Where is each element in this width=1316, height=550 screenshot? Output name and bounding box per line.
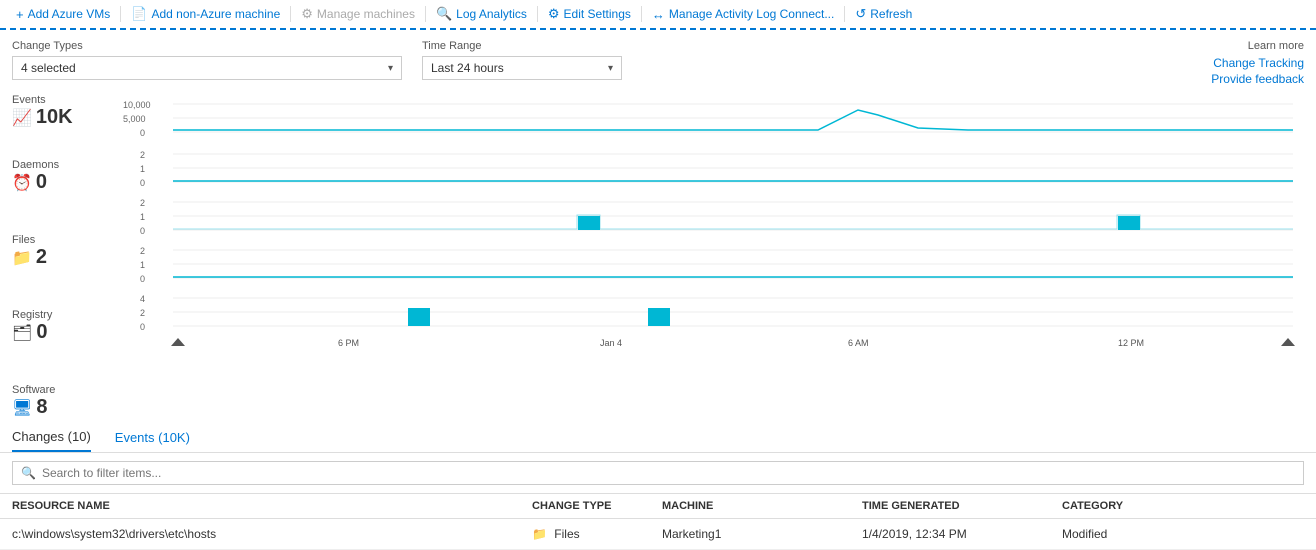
svg-text:2: 2 (140, 198, 145, 208)
events-icon: 📈 (12, 108, 32, 128)
log-analytics-button[interactable]: 🔍 Log Analytics (428, 4, 535, 24)
svg-text:1: 1 (140, 260, 145, 270)
svg-text:10,000: 10,000 (123, 100, 151, 110)
svg-text:1: 1 (140, 164, 145, 174)
separator (120, 6, 121, 22)
daemons-stat: Daemons ⏰ 0 (12, 159, 112, 194)
col-time-header: TIME GENERATED (862, 500, 1062, 512)
edit-settings-button[interactable]: ⚙ Edit Settings (540, 4, 639, 24)
separator (425, 6, 426, 22)
events-tab[interactable]: Events (10K) (115, 430, 190, 451)
search-icon: 🔍 (436, 6, 452, 22)
toolbar: + Add Azure VMs 📄 Add non-Azure machine … (0, 0, 1316, 30)
svg-text:Jan 4: Jan 4 (600, 338, 622, 348)
registry-value: 0 (36, 321, 47, 344)
controls-row: Change Types 4 selected ▾ Time Range Las… (0, 30, 1316, 86)
separator (537, 6, 538, 22)
category-cell: Modified (1062, 527, 1304, 541)
registry-stat: Registry 🗂 0 (12, 309, 112, 344)
svg-text:1: 1 (140, 212, 145, 222)
search-input[interactable] (42, 466, 1295, 480)
svg-text:2: 2 (140, 246, 145, 256)
add-icon: + (16, 7, 24, 22)
separator (844, 6, 845, 22)
tabs-row: Changes (10) Events (10K) (0, 421, 1316, 453)
time-range-label: Time Range (422, 40, 622, 52)
events-stat: Events 📈 10K (12, 94, 112, 129)
svg-text:12 PM: 12 PM (1118, 338, 1144, 348)
svg-text:5,000: 5,000 (123, 114, 146, 124)
file-icon: 📁 (532, 527, 547, 541)
change-types-label: Change Types (12, 40, 402, 52)
software-label: Software (12, 384, 112, 396)
registry-icon: 🗂 (12, 323, 32, 343)
refresh-icon: ↺ (855, 6, 866, 22)
machine-cell: Marketing1 (662, 527, 862, 541)
document-icon: 📄 (131, 6, 147, 22)
dropdown-arrow-icon2: ▾ (608, 63, 613, 74)
change-type-cell: 📁 Files (532, 527, 662, 541)
time-range-dropdown[interactable]: Last 24 hours ▾ (422, 56, 622, 80)
table-header: RESOURCE NAME CHANGE TYPE MACHINE TIME G… (0, 494, 1316, 519)
svg-text:0: 0 (140, 322, 145, 332)
daemons-value: 0 (36, 171, 47, 194)
left-stats: Events 📈 10K Daemons ⏰ 0 Files 📁 2 Regis… (12, 90, 112, 421)
change-tracking-link[interactable]: Change Tracking (1211, 56, 1304, 70)
svg-text:6 PM: 6 PM (338, 338, 359, 348)
manage-icon: ⚙ (301, 6, 313, 22)
svg-text:2: 2 (140, 150, 145, 160)
dropdown-arrow-icon: ▾ (388, 63, 393, 74)
col-category-header: CATEGORY (1062, 500, 1304, 512)
search-icon: 🔍 (21, 466, 36, 480)
search-row: 🔍 (0, 453, 1316, 494)
manage-activity-button[interactable]: ↔ Manage Activity Log Connect... (644, 5, 842, 24)
events-label: Events (12, 94, 112, 106)
changes-tab[interactable]: Changes (10) (12, 429, 91, 452)
manage-machines-button[interactable]: ⚙ Manage machines (293, 4, 423, 24)
files-icon: 📁 (12, 248, 32, 268)
change-types-group: Change Types 4 selected ▾ (12, 40, 402, 80)
change-types-value: 4 selected (21, 61, 76, 75)
files-label: Files (12, 234, 112, 246)
col-machine-header: MACHINE (662, 500, 862, 512)
svg-text:0: 0 (140, 226, 145, 236)
daemons-icon: ⏰ (12, 173, 32, 193)
chart-area: Events 📈 10K Daemons ⏰ 0 Files 📁 2 Regis… (0, 90, 1316, 421)
svg-text:0: 0 (140, 274, 145, 284)
learn-more-section: Learn more Change Tracking Provide feedb… (1211, 40, 1304, 88)
col-change-type-header: CHANGE TYPE (532, 500, 662, 512)
software-stat: Software 🖥 8 (12, 384, 112, 419)
svg-text:0: 0 (140, 128, 145, 138)
software-icon: 🖥 (12, 398, 32, 418)
svg-text:2: 2 (140, 308, 145, 318)
chart-container: 10,000 5,000 0 2 1 0 2 1 0 (112, 90, 1304, 421)
activity-icon: ↔ (652, 7, 665, 22)
daemons-label: Daemons (12, 159, 112, 171)
svg-text:0: 0 (140, 178, 145, 188)
svg-text:6 AM: 6 AM (848, 338, 869, 348)
learn-more-title: Learn more (1211, 40, 1304, 52)
col-resource-header: RESOURCE NAME (12, 500, 532, 512)
refresh-button[interactable]: ↺ Refresh (847, 4, 920, 24)
separator (290, 6, 291, 22)
settings-icon: ⚙ (548, 6, 560, 22)
time-range-group: Time Range Last 24 hours ▾ (422, 40, 622, 80)
resource-cell: c:\windows\system32\drivers\etc\hosts (12, 527, 532, 541)
registry-label: Registry (12, 309, 112, 321)
files-stat: Files 📁 2 (12, 234, 112, 269)
add-azure-vms-button[interactable]: + Add Azure VMs (8, 5, 118, 24)
separator (641, 6, 642, 22)
change-types-dropdown[interactable]: 4 selected ▾ (12, 56, 402, 80)
search-input-wrap[interactable]: 🔍 (12, 461, 1304, 485)
events-value: 10K (36, 106, 73, 129)
files-value: 2 (36, 246, 47, 269)
table-row[interactable]: c:\windows\system32\drivers\etc\hosts 📁 … (0, 519, 1316, 550)
chart-svg: 10,000 5,000 0 2 1 0 2 1 0 (112, 90, 1304, 350)
provide-feedback-link[interactable]: Provide feedback (1211, 72, 1304, 86)
software-value: 8 (36, 396, 47, 419)
add-non-azure-button[interactable]: 📄 Add non-Azure machine (123, 4, 288, 24)
svg-text:4: 4 (140, 294, 145, 304)
time-cell: 1/4/2019, 12:34 PM (862, 527, 1062, 541)
time-range-value: Last 24 hours (431, 61, 504, 75)
